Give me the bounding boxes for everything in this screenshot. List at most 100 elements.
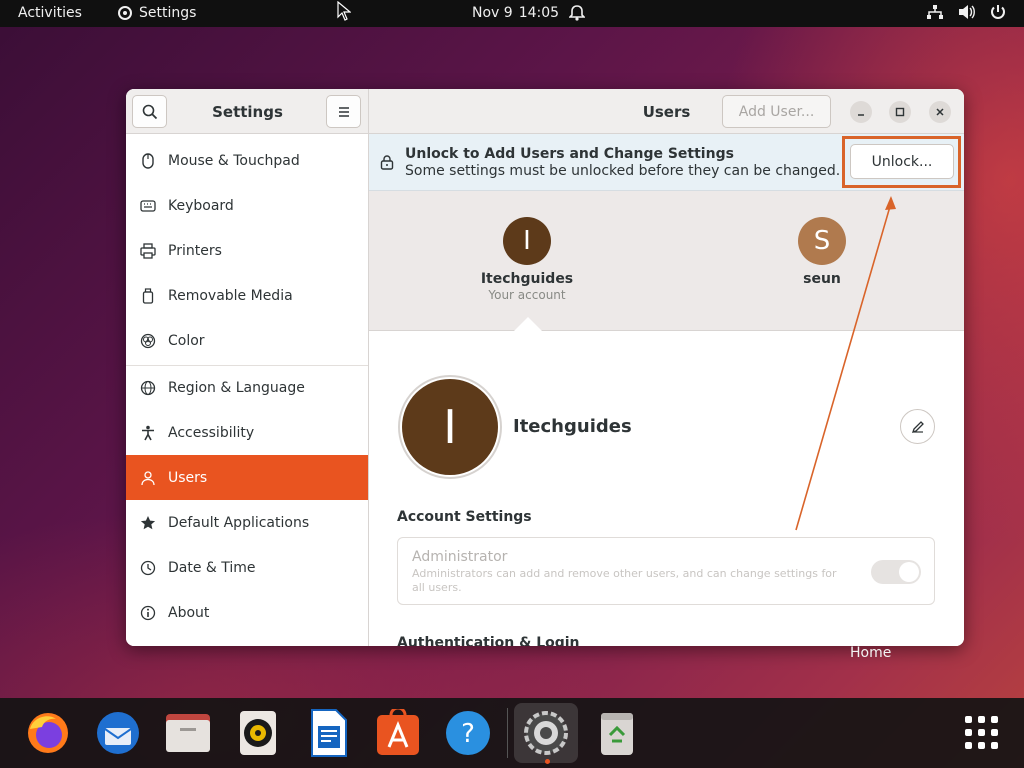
sidebar: Mouse & Touchpad Keyboard Printers Remov… <box>126 134 369 646</box>
software-center-icon[interactable] <box>373 708 423 758</box>
clock-date: Nov 9 <box>472 5 513 21</box>
lock-icon <box>380 154 394 174</box>
sidebar-item-label: Date & Time <box>168 559 256 576</box>
sidebar-item-color[interactable]: Color <box>126 318 368 363</box>
thunderbird-icon[interactable] <box>93 708 143 758</box>
maximize-icon <box>895 107 905 117</box>
sidebar-item-removable-media[interactable]: Removable Media <box>126 273 368 318</box>
home-folder-label[interactable]: Home <box>850 645 891 661</box>
hamburger-menu-icon <box>338 106 349 117</box>
section-title: Account Settings <box>397 509 532 525</box>
app-name: Settings <box>139 5 197 21</box>
trash-icon[interactable] <box>592 708 642 758</box>
add-user-button[interactable]: Add User... <box>722 95 831 128</box>
keyboard-icon <box>140 198 156 214</box>
sidebar-item-mouse-touchpad[interactable]: Mouse & Touchpad <box>126 138 368 183</box>
accessibility-icon <box>140 425 156 441</box>
sidebar-item-region-language[interactable]: Region & Language <box>126 365 368 410</box>
clock-time: 14:05 <box>518 5 560 21</box>
activities-button[interactable]: Activities <box>18 5 82 21</box>
star-icon <box>140 515 156 531</box>
sidebar-item-label: Accessibility <box>168 424 255 441</box>
user-name: seun <box>803 271 841 287</box>
volume-icon <box>959 5 975 19</box>
sidebar-item-label: Default Applications <box>168 514 310 531</box>
user-name: Itechguides <box>480 271 574 287</box>
administrator-toggle[interactable] <box>871 560 921 584</box>
system-tray[interactable] <box>926 4 1006 20</box>
mouse-icon <box>140 152 156 169</box>
network-icon <box>927 5 943 19</box>
globe-icon <box>140 380 156 396</box>
main-header: Users Add User... <box>369 89 964 134</box>
selection-notch <box>513 317 543 332</box>
help-icon[interactable]: ? <box>443 708 493 758</box>
administrator-description: Administrators can add and remove other … <box>412 567 837 594</box>
files-icon[interactable] <box>163 708 213 758</box>
users-icon <box>140 470 156 486</box>
color-icon <box>140 333 156 349</box>
libreoffice-writer-icon[interactable] <box>303 708 353 758</box>
dock-separator <box>507 708 508 758</box>
sidebar-item-default-applications[interactable]: Default Applications <box>126 500 368 545</box>
sidebar-item-label: Keyboard <box>168 197 234 214</box>
firefox-icon[interactable] <box>23 708 73 758</box>
account-name: Itechguides <box>513 416 632 437</box>
sidebar-item-users[interactable]: Users <box>126 455 368 500</box>
top-bar: Activities Settings Nov 9 14:05 <box>0 0 1024 27</box>
mouse-cursor-icon <box>337 1 351 21</box>
page-title: Users <box>642 103 691 121</box>
maximize-button[interactable] <box>889 101 911 123</box>
close-button[interactable] <box>929 101 951 123</box>
sidebar-item-label: Printers <box>168 242 222 259</box>
minimize-icon <box>858 114 864 116</box>
sidebar-item-keyboard[interactable]: Keyboard <box>126 183 368 228</box>
user-tile-itechguides[interactable]: I Itechguides Your account <box>447 217 607 302</box>
user-tile-seun[interactable]: S seun <box>742 217 902 287</box>
edit-name-button[interactable] <box>900 409 935 444</box>
sidebar-item-about[interactable]: About <box>126 590 368 635</box>
show-apps-grid-icon[interactable] <box>965 716 999 750</box>
power-icon <box>991 5 1005 19</box>
sidebar-item-label: Removable Media <box>168 287 293 304</box>
avatar: S <box>798 217 846 265</box>
settings-icon[interactable] <box>514 703 578 763</box>
banner-subtitle: Some settings must be unlocked before th… <box>405 163 841 179</box>
app-menu[interactable]: Settings <box>117 5 196 21</box>
sidebar-header: Settings <box>126 89 369 134</box>
unlock-button[interactable]: Unlock... <box>850 144 954 179</box>
close-icon <box>936 108 944 116</box>
sidebar-item-label: Mouse & Touchpad <box>168 152 300 169</box>
menu-button[interactable] <box>326 95 361 128</box>
user-carousel: I Itechguides Your account S seun <box>369 191 964 331</box>
sidebar-item-label: Region & Language <box>168 379 305 396</box>
sidebar-item-printers[interactable]: Printers <box>126 228 368 273</box>
avatar: I <box>402 379 498 475</box>
notification-bell-icon[interactable] <box>568 4 586 26</box>
sidebar-item-label: Users <box>168 469 208 486</box>
account-panel: I Itechguides Account Settings Administr… <box>369 332 964 646</box>
administrator-row: Administrator Administrators can add and… <box>397 537 935 605</box>
user-subtitle: Your account <box>488 288 566 302</box>
svg-text:?: ? <box>461 719 475 749</box>
unlock-banner: Unlock to Add Users and Change Settings … <box>369 134 964 191</box>
account-avatar-button[interactable]: I <box>398 375 502 479</box>
sidebar-item-label: Color <box>168 332 205 349</box>
gear-icon <box>118 6 132 20</box>
sidebar-item-label: About <box>168 604 210 621</box>
sidebar-item-date-time[interactable]: Date & Time <box>126 545 368 590</box>
sidebar-item-accessibility[interactable]: Accessibility <box>126 410 368 455</box>
clock-icon <box>140 560 156 576</box>
minimize-button[interactable] <box>850 101 872 123</box>
banner-title: Unlock to Add Users and Change Settings <box>405 146 734 162</box>
clock[interactable]: Nov 9 14:05 <box>472 5 559 21</box>
avatar: I <box>503 217 551 265</box>
toggle-knob <box>899 562 919 582</box>
removable-media-icon <box>140 287 156 304</box>
administrator-title: Administrator <box>412 549 508 565</box>
info-icon <box>140 605 156 621</box>
section-title: Authentication & Login <box>397 635 580 646</box>
printer-icon <box>140 242 156 259</box>
settings-window: Settings Users Add User... Mouse & Touch… <box>126 89 964 646</box>
rhythmbox-icon[interactable] <box>233 708 283 758</box>
